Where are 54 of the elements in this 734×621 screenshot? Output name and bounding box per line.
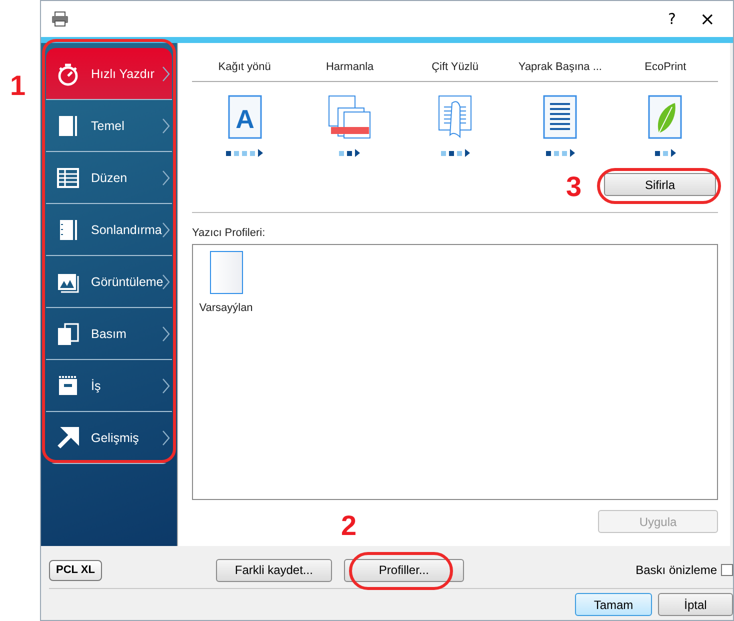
- option-label: Kağıt yönü: [192, 61, 298, 82]
- help-button[interactable]: ?: [660, 10, 684, 28]
- box-icon: [56, 374, 80, 398]
- collate-pages-icon[interactable]: [328, 95, 372, 139]
- chevron-icon: [162, 430, 170, 446]
- next-arrow-icon: [670, 149, 676, 157]
- pages-icon: [56, 322, 80, 346]
- chevron-icon: [162, 118, 170, 134]
- sidebar-item[interactable]: Görüntüleme: [46, 256, 172, 308]
- option-label: Harmanla: [297, 61, 402, 82]
- chevron-icon: [162, 222, 170, 238]
- next-arrow-icon: [258, 149, 264, 157]
- preview-checkbox[interactable]: [721, 564, 733, 576]
- callout-number: 1: [10, 70, 26, 102]
- arrow-icon: [56, 426, 80, 450]
- callout-number: 3: [566, 171, 582, 203]
- chevron-icon: [162, 66, 170, 82]
- chevron-icon: [162, 274, 170, 290]
- sidebar-item[interactable]: Düzen: [46, 152, 172, 204]
- leaf-page-icon[interactable]: [648, 95, 682, 139]
- profile-page-icon[interactable]: [210, 251, 242, 294]
- next-arrow-icon: [464, 149, 470, 157]
- profile-label[interactable]: Varsayýlan: [199, 302, 253, 314]
- pdl-badge: PCL XL: [49, 560, 102, 580]
- preview-label[interactable]: Baskı önizleme: [636, 563, 717, 577]
- duplex-booklet-icon[interactable]: [438, 95, 472, 139]
- sidebar-item[interactable]: Sonlandırma: [46, 204, 172, 256]
- chevron-icon: [162, 378, 170, 394]
- sidebar-item[interactable]: Gelişmiş: [46, 412, 172, 464]
- option-label: Yaprak Başına ...: [508, 61, 613, 82]
- chevron-icon: [162, 170, 170, 186]
- stopwatch-icon: [56, 62, 80, 86]
- sidebar-item[interactable]: Hızlı Yazdır: [46, 48, 172, 100]
- close-button[interactable]: ×: [692, 8, 723, 30]
- option-label: Çift Yüzlü: [402, 61, 508, 82]
- callout-number: 2: [341, 510, 357, 542]
- cancel-button[interactable]: İptal: [658, 593, 733, 616]
- profiles-button[interactable]: Profiller...: [344, 558, 464, 582]
- text-page-icon[interactable]: [543, 95, 578, 139]
- reset-button[interactable]: Sifirla: [604, 173, 716, 196]
- ok-button[interactable]: Tamam: [575, 593, 652, 616]
- option-label: EcoPrint: [612, 61, 718, 82]
- sidebar-item[interactable]: İş: [46, 360, 172, 412]
- book-icon: [56, 114, 80, 138]
- printer-icon: [51, 11, 69, 27]
- sidebar-item[interactable]: Basım: [46, 308, 172, 360]
- next-arrow-icon: [570, 149, 575, 157]
- layout-icon: [56, 166, 80, 190]
- chevron-icon: [162, 326, 170, 342]
- sidebar-item[interactable]: Temel: [46, 100, 172, 152]
- next-arrow-icon: [355, 149, 360, 157]
- save-as-button[interactable]: Farkli kaydet...: [216, 558, 332, 582]
- portrait-page-icon[interactable]: A: [228, 95, 262, 139]
- profiles-label: Yazıcı Profileri:: [192, 227, 266, 239]
